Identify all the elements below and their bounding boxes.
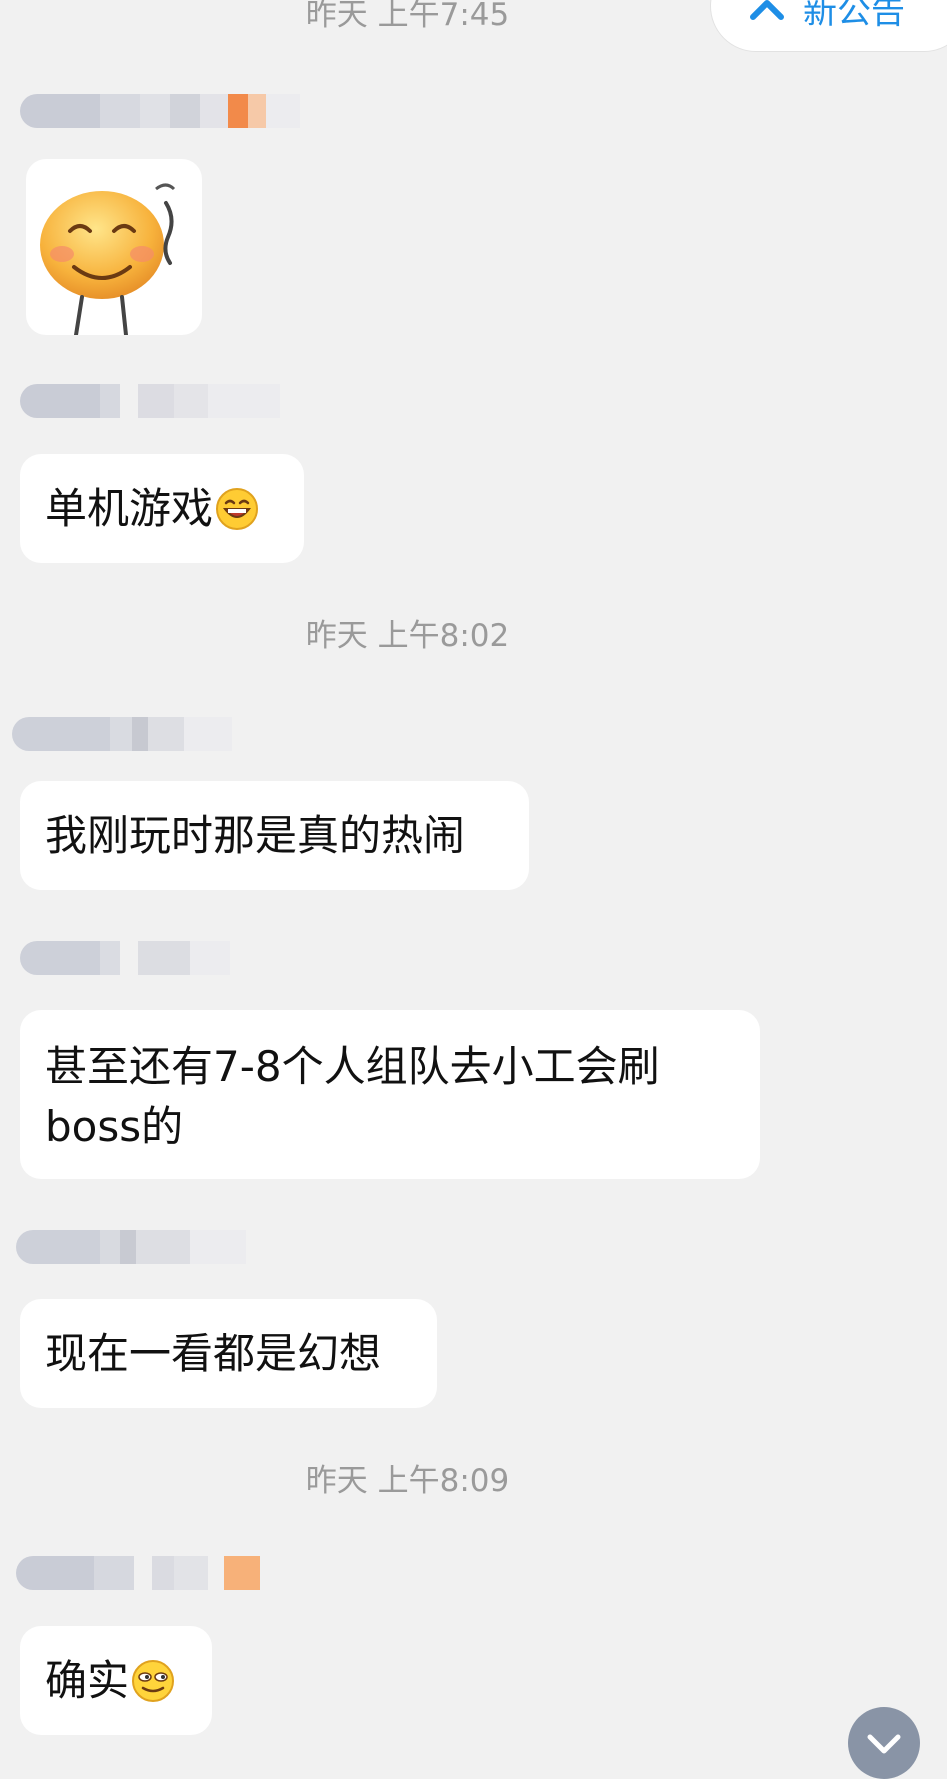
sender-name-blurred (20, 94, 300, 128)
grinning-face-icon (215, 487, 259, 531)
message-bubble[interactable]: 现在一看都是幻想 (20, 1299, 437, 1408)
message-text: 确实 (45, 1655, 130, 1705)
chevron-down-icon (866, 1733, 902, 1761)
message-bubble[interactable]: 甚至还有7-8个人组队去小工会刷boss的 (20, 1010, 760, 1179)
smirking-face-icon (131, 1659, 175, 1703)
message-text: 我刚玩时那是真的热闹 (45, 810, 466, 860)
timestamp: 昨天 上午7:45 (305, 0, 510, 33)
message-bubble[interactable]: 确实 (20, 1626, 212, 1735)
sender-name-blurred (20, 384, 280, 418)
message-text: 甚至还有7-8个人组队去小工会刷boss的 (45, 1042, 660, 1151)
timestamp: 昨天 上午8:09 (305, 1463, 510, 1499)
sender-name-blurred (20, 941, 230, 975)
sticker-message[interactable] (26, 159, 202, 335)
sender-name-blurred (12, 717, 232, 751)
message-text: 现在一看都是幻想 (45, 1328, 382, 1378)
sender-name-blurred (16, 1556, 266, 1590)
timestamp: 昨天 上午8:02 (305, 618, 510, 654)
smiling-face-sticker (26, 183, 202, 335)
scroll-to-bottom-button[interactable] (848, 1707, 920, 1779)
message-bubble[interactable]: 我刚玩时那是真的热闹 (20, 781, 529, 890)
sender-name-blurred (16, 1230, 246, 1264)
new-notice-label: 新公告 (803, 0, 905, 32)
message-bubble[interactable]: 单机游戏 (20, 454, 304, 563)
message-text: 单机游戏 (45, 483, 214, 533)
